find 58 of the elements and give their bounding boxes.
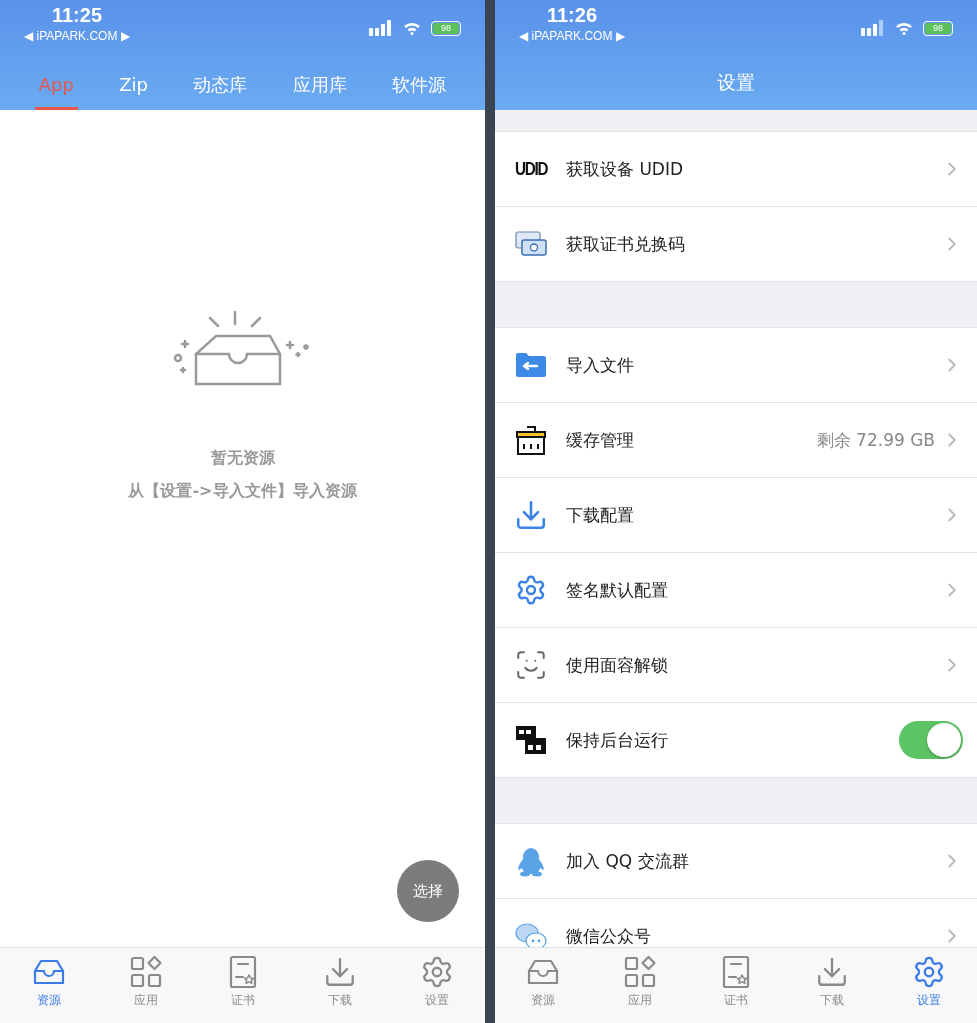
row-label: 加入 QQ 交流群: [566, 849, 690, 873]
row-label: 获取设备 UDID: [566, 157, 685, 181]
tab-bar-item[interactable]: 下载: [291, 948, 388, 1023]
settings-row[interactable]: 导入文件: [495, 328, 977, 403]
select-button[interactable]: 选择: [397, 860, 459, 922]
back-link[interactable]: ◀ iPAPARK.COM ▶: [24, 29, 130, 43]
back-link[interactable]: ◀ iPAPARK.COM ▶: [519, 29, 625, 43]
row-label: 保持后台运行: [566, 728, 669, 752]
category-tab[interactable]: 动态库: [189, 62, 252, 110]
tab-bar-item[interactable]: 证书: [687, 948, 785, 1023]
settings-row[interactable]: 加入 QQ 交流群: [495, 824, 977, 899]
battery-icon: 98: [923, 20, 953, 36]
tab-bar-item[interactable]: 下载: [784, 948, 881, 1023]
settings-row[interactable]: UDID 获取设备 UDID: [495, 132, 977, 207]
tab-bar-item[interactable]: 设置: [880, 948, 977, 1023]
download-icon: [514, 498, 548, 532]
settings-row[interactable]: 缓存管理 剩余 72.99 GB: [495, 403, 977, 478]
toggle-switch[interactable]: [899, 721, 963, 759]
status-time: 11:25: [51, 4, 103, 27]
settings-row[interactable]: 微信公众号: [495, 899, 977, 947]
tab-bar-item[interactable]: 证书: [194, 948, 291, 1023]
battery-icon: 98: [431, 20, 461, 36]
settings-row[interactable]: 保持后台运行: [495, 703, 977, 778]
wifi-icon: [895, 21, 913, 35]
store-icon: [514, 423, 548, 457]
face-scan-icon: [514, 648, 548, 682]
row-value: 剩余 72.99 GB: [816, 428, 935, 452]
empty-title: 暂无资源: [210, 448, 275, 469]
tab-bar-item[interactable]: 资源: [0, 948, 97, 1023]
settings-row[interactable]: 签名默认配置: [495, 553, 977, 628]
tab-bar-item[interactable]: 应用: [591, 948, 688, 1023]
settings-row[interactable]: 使用面容解锁: [495, 628, 977, 703]
signal-icon: [369, 20, 393, 36]
row-label: 使用面容解锁: [566, 653, 669, 677]
grid-icon: [128, 955, 163, 989]
windows-icon: [514, 723, 548, 757]
empty-hint: 从【设置->导入文件】导入资源: [128, 481, 357, 502]
settings-row[interactable]: 获取证书兑换码: [495, 207, 977, 282]
tab-bar-item[interactable]: 应用: [97, 948, 194, 1023]
gear-icon: [515, 574, 547, 606]
grid-icon: [622, 955, 657, 989]
row-label: 获取证书兑换码: [566, 232, 686, 256]
signal-icon: [861, 20, 885, 36]
row-label: 下载配置: [566, 503, 635, 527]
row-label: 微信公众号: [566, 924, 652, 947]
wifi-icon: [403, 21, 421, 35]
category-tab[interactable]: 应用库: [288, 62, 351, 110]
tab-bar-item[interactable]: 设置: [388, 948, 485, 1023]
row-label: 签名默认配置: [566, 578, 669, 602]
category-tab[interactable]: Zip: [115, 62, 153, 110]
row-label: 缓存管理: [566, 428, 635, 452]
status-time: 11:26: [546, 4, 598, 27]
category-tab[interactable]: 软件源: [388, 62, 451, 110]
page-title: 设置: [716, 70, 756, 95]
udid-logo: UDID: [514, 158, 548, 180]
tab-bar-item[interactable]: 资源: [495, 948, 592, 1023]
row-label: 导入文件: [566, 353, 635, 377]
settings-row[interactable]: 下载配置: [495, 478, 977, 553]
